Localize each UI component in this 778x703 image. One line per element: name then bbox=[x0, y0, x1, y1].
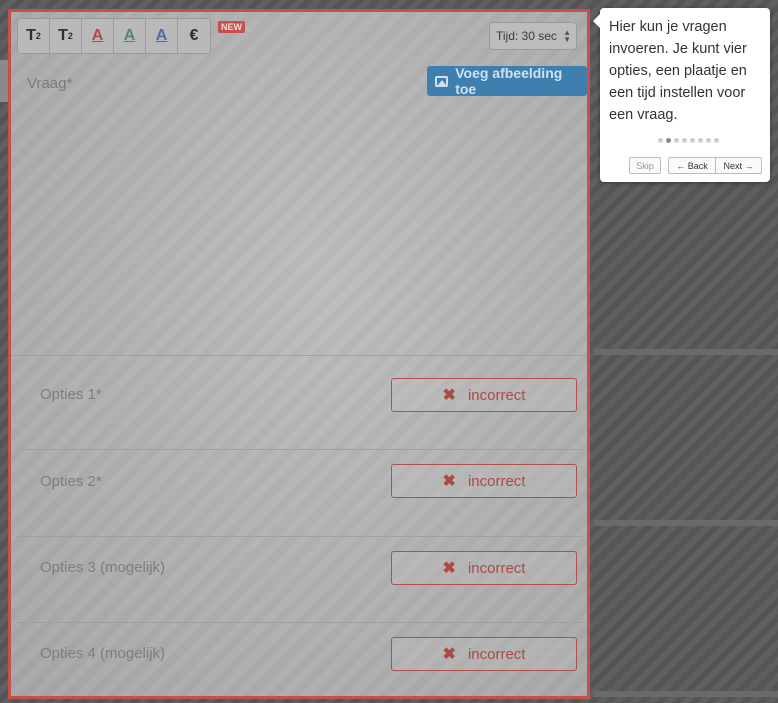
option-3-incorrect-toggle[interactable]: ✖ incorrect bbox=[391, 551, 577, 585]
option-2-input[interactable]: Opties 2* bbox=[40, 473, 102, 490]
close-icon: ✖ bbox=[442, 473, 456, 490]
option-4-incorrect-toggle[interactable]: ✖ incorrect bbox=[391, 637, 577, 671]
back-button[interactable]: ← Back bbox=[668, 157, 716, 174]
option-3-input[interactable]: Opties 3 (mogelijk) bbox=[40, 559, 165, 576]
close-icon: ✖ bbox=[442, 646, 456, 663]
divider bbox=[17, 536, 583, 537]
tour-text: Hier kun je vragen invoeren. Je kunt vie… bbox=[609, 19, 747, 123]
step-dot bbox=[658, 138, 663, 143]
next-button[interactable]: Next → bbox=[715, 157, 762, 174]
background-divider bbox=[594, 349, 778, 355]
image-icon bbox=[435, 75, 449, 87]
question-editor-panel: T2 T2 A A A € NEW Tijd: 30 sec ▲ ▼ Voeg a… bbox=[8, 9, 590, 699]
step-dot bbox=[698, 138, 703, 143]
skip-button[interactable]: Skip bbox=[629, 157, 661, 174]
new-badge: NEW bbox=[218, 21, 245, 33]
add-image-button[interactable]: Voeg afbeelding toe bbox=[427, 65, 587, 97]
divider bbox=[17, 449, 583, 450]
step-indicator bbox=[658, 138, 722, 143]
divider bbox=[17, 622, 583, 623]
step-dot bbox=[674, 138, 679, 143]
text-color-red-button[interactable]: A bbox=[82, 19, 114, 53]
option-2-incorrect-toggle[interactable]: ✖ incorrect bbox=[391, 464, 577, 498]
euro-symbol-button[interactable]: € bbox=[178, 19, 210, 53]
step-dot bbox=[682, 138, 687, 143]
formatting-toolbar: T2 T2 A A A € bbox=[17, 18, 211, 54]
step-dot bbox=[666, 138, 671, 143]
subscript-button[interactable]: T2 bbox=[50, 19, 82, 53]
tour-popover: Hier kun je vragen invoeren. Je kunt vie… bbox=[593, 8, 770, 182]
question-input[interactable]: Vraag* bbox=[27, 75, 72, 92]
add-image-label: Voeg afbeelding toe bbox=[455, 65, 563, 97]
time-select-value: Tijd: 30 sec bbox=[496, 29, 557, 43]
text-color-green-button[interactable]: A bbox=[114, 19, 146, 53]
text-color-blue-button[interactable]: A bbox=[146, 19, 178, 53]
background-divider bbox=[594, 520, 778, 526]
superscript-button[interactable]: T2 bbox=[18, 19, 50, 53]
option-4-input[interactable]: Opties 4 (mogelijk) bbox=[40, 645, 165, 662]
close-icon: ✖ bbox=[442, 560, 456, 577]
divider bbox=[11, 355, 587, 356]
select-arrows-icon: ▲ ▼ bbox=[563, 28, 571, 44]
step-dot bbox=[706, 138, 711, 143]
option-1-incorrect-toggle[interactable]: ✖ incorrect bbox=[391, 378, 577, 412]
time-select[interactable]: Tijd: 30 sec ▲ ▼ bbox=[489, 22, 577, 50]
step-dot bbox=[690, 138, 695, 143]
option-1-input[interactable]: Opties 1* bbox=[40, 386, 102, 403]
step-dot bbox=[714, 138, 719, 143]
side-accent bbox=[0, 60, 8, 102]
close-icon: ✖ bbox=[442, 387, 456, 404]
background-divider bbox=[594, 691, 778, 697]
